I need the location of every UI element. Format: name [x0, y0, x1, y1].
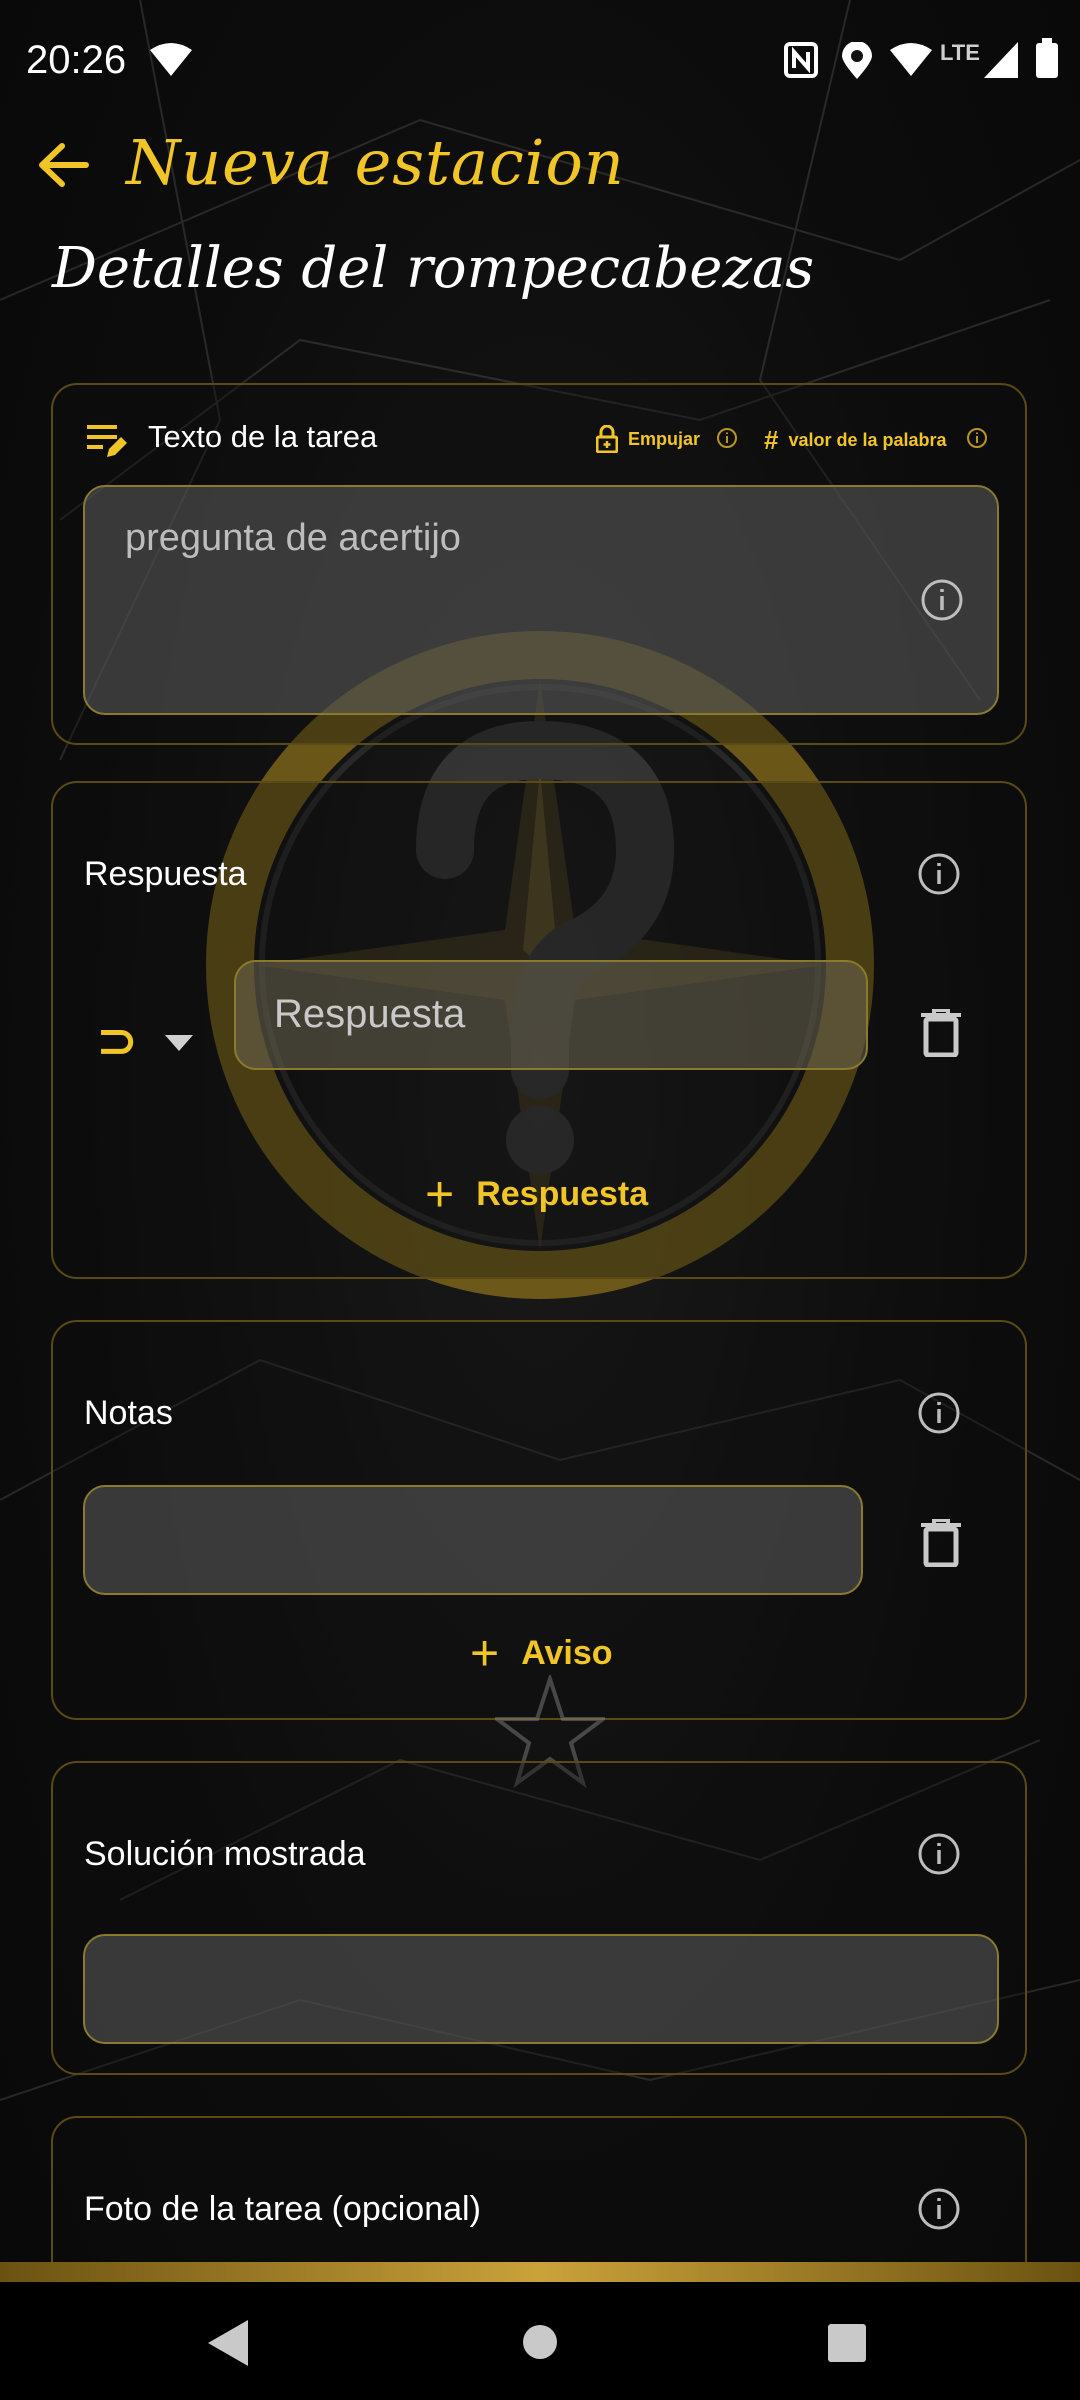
solution-label: Solución mostrada	[84, 1835, 366, 1873]
word-value-label: valor de la palabra	[788, 430, 947, 450]
task-text-info-icon[interactable]	[920, 578, 964, 622]
photo-label: Foto de la tarea (opcional)	[84, 2190, 481, 2228]
operator-dropdown[interactable]: ⊃	[97, 1013, 207, 1073]
status-bar: 20:26 LTE	[0, 0, 1080, 125]
bottom-gold-strip	[0, 2262, 1080, 2282]
answer-card: Respuesta ⊃ Respuesta + Respuesta	[51, 781, 1027, 1279]
section-title: Detalles del rompecabezas	[52, 236, 815, 301]
word-value-info-icon[interactable]	[966, 427, 988, 449]
answer-info-icon[interactable]	[917, 852, 961, 896]
plus-icon: +	[425, 1166, 455, 1222]
push-toggle[interactable]: Empujar	[596, 425, 700, 453]
add-answer-button[interactable]: + Respuesta	[425, 1169, 648, 1219]
system-navigation-bar	[0, 2282, 1080, 2400]
wifi-icon	[890, 43, 932, 76]
dropdown-arrow-icon	[165, 1035, 193, 1051]
operator-symbol: ⊃	[97, 1015, 138, 1068]
plus-icon: +	[470, 1625, 500, 1681]
signal-icon	[984, 42, 1018, 78]
photo-info-icon[interactable]	[917, 2187, 961, 2231]
push-info-icon[interactable]	[716, 427, 738, 449]
page-title: Nueva estacion	[126, 126, 625, 199]
add-hint-label: Aviso	[521, 1633, 613, 1672]
nav-back-icon[interactable]	[208, 2320, 248, 2366]
solution-card: Solución mostrada	[51, 1761, 1027, 2075]
nav-recents-icon[interactable]	[828, 2324, 866, 2362]
answer-input[interactable]: Respuesta	[234, 960, 868, 1070]
add-hint-button[interactable]: + Aviso	[470, 1628, 613, 1678]
arrow-back-icon[interactable]	[36, 138, 90, 192]
answer-label: Respuesta	[84, 855, 247, 893]
notes-label: Notas	[84, 1394, 173, 1432]
push-label: Empujar	[628, 428, 701, 449]
notes-card: Notas + Aviso	[51, 1320, 1027, 1720]
delete-note-trash-icon[interactable]	[921, 1519, 961, 1567]
task-text-input[interactable]: pregunta de acertijo	[83, 485, 999, 715]
task-text-label: Texto de la tarea	[148, 419, 378, 454]
add-answer-label: Respuesta	[476, 1174, 649, 1213]
hash-icon: #	[764, 425, 779, 455]
nav-home-icon[interactable]	[522, 2324, 558, 2360]
delete-answer-trash-icon[interactable]	[921, 1009, 961, 1057]
edit-text-icon	[87, 425, 127, 457]
answer-placeholder: Respuesta	[274, 992, 466, 1036]
task-text-placeholder: pregunta de acertijo	[125, 517, 461, 559]
task-text-card: Texto de la tarea Empujar # valor de la …	[51, 383, 1027, 745]
lock-icon	[596, 425, 618, 453]
notes-info-icon[interactable]	[917, 1391, 961, 1435]
solution-input[interactable]	[83, 1934, 999, 2044]
solution-info-icon[interactable]	[917, 1832, 961, 1876]
status-time: 20:26	[26, 38, 127, 82]
notes-input[interactable]	[83, 1485, 863, 1595]
word-value-toggle[interactable]: # valor de la palabra	[764, 425, 947, 456]
battery-icon	[1036, 38, 1058, 78]
network-type: LTE	[940, 40, 980, 65]
nfc-icon	[784, 42, 818, 78]
location-icon	[842, 42, 872, 79]
wifi-icon	[150, 43, 192, 76]
